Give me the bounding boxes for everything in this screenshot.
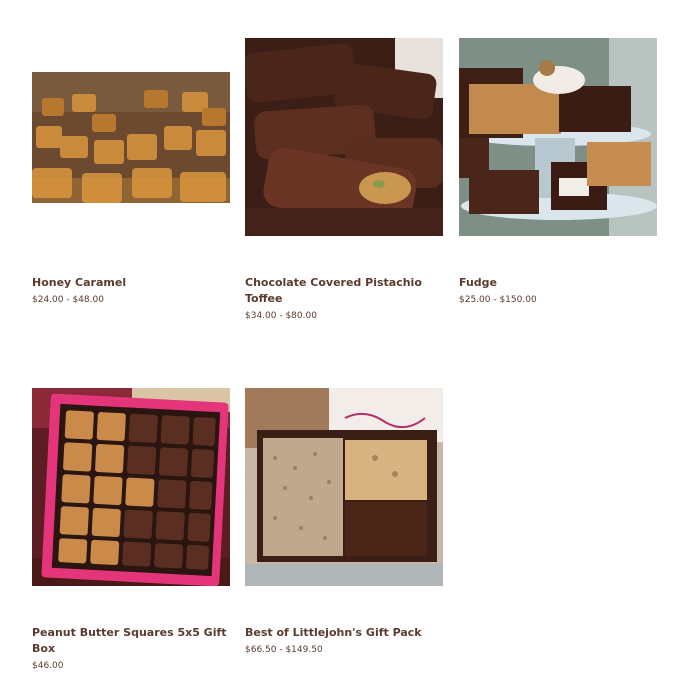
honey-caramel-image[interactable] [32,38,230,236]
product-price: $34.00 - $80.00 [245,311,317,321]
product-card-peanut-butter-squares[interactable]: Peanut Butter Squares 5x5 Gift Box $46.0… [32,388,230,671]
product-price: $25.00 - $150.00 [459,295,537,305]
pistachio-toffee-image[interactable] [245,38,443,236]
product-price: $24.00 - $48.00 [32,295,104,305]
product-title[interactable]: Chocolate Covered Pistachio Toffee [245,275,443,307]
product-price: $46.00 [32,661,64,671]
fudge-image[interactable] [459,38,657,236]
product-title[interactable]: Fudge [459,275,657,291]
gift-pack-image[interactable] [245,388,443,586]
product-card-gift-pack[interactable]: Best of Littlejohn's Gift Pack $66.50 - … [245,388,443,655]
product-price: $66.50 - $149.50 [245,645,323,655]
product-title[interactable]: Honey Caramel [32,275,230,291]
product-card-fudge[interactable]: Fudge $25.00 - $150.00 [459,38,657,305]
product-title[interactable]: Best of Littlejohn's Gift Pack [245,625,443,641]
product-title[interactable]: Peanut Butter Squares 5x5 Gift Box [32,625,230,657]
peanut-butter-squares-image[interactable] [32,388,230,586]
product-card-honey-caramel[interactable]: Honey Caramel $24.00 - $48.00 [32,38,230,305]
product-card-pistachio-toffee[interactable]: Chocolate Covered Pistachio Toffee $34.0… [245,38,443,321]
